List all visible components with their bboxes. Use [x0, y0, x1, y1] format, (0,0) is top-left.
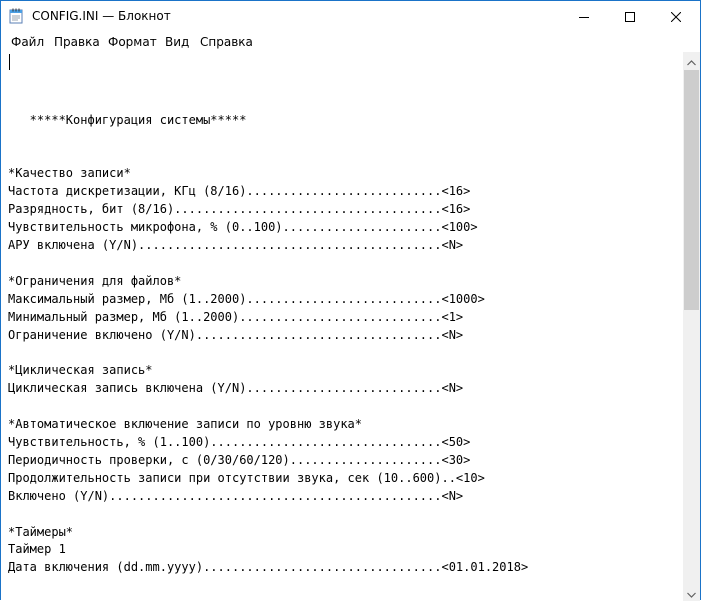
- document-line: *****Конфигурация системы*****: [8, 112, 247, 127]
- document-line: Ограничение включено (Y/N)..............…: [8, 327, 464, 342]
- document-line: Включено (Y/N)..........................…: [8, 488, 464, 503]
- document-line: *Циклическая запись*: [8, 363, 153, 378]
- scroll-up-button[interactable]: [683, 52, 700, 69]
- vertical-scrollbar[interactable]: [683, 52, 700, 601]
- title-bar[interactable]: CONFIG.INI — Блокнот: [1, 1, 700, 32]
- maximize-button[interactable]: [607, 1, 653, 32]
- minimize-button[interactable]: [561, 1, 607, 32]
- document-line: Таймер 1: [8, 542, 66, 557]
- document-line: Циклическая запись включена (Y/N).......…: [8, 381, 464, 396]
- document-line: АРУ включена (Y/N)......................…: [8, 238, 464, 253]
- maximize-icon: [625, 11, 635, 22]
- menu-view[interactable]: Вид: [165, 35, 189, 49]
- window-title: CONFIG.INI — Блокнот: [32, 9, 171, 23]
- chevron-down-icon: [687, 583, 696, 602]
- document-line: Минимальный размер, Мб (1..2000)........…: [8, 309, 464, 324]
- minimize-icon: [579, 12, 589, 22]
- menu-file[interactable]: Файл: [11, 35, 44, 49]
- document-line: *Качество записи*: [8, 166, 131, 181]
- document-text[interactable]: *****Конфигурация системы***** *Качество…: [8, 58, 528, 577]
- notepad-window: CONFIG.INI — Блокнот Файл Правка Формат …: [0, 0, 701, 601]
- document-line: *Ограничения для файлов*: [8, 273, 182, 288]
- chevron-up-icon: [687, 51, 696, 70]
- menu-bar: Файл Правка Формат Вид Справка: [1, 32, 700, 53]
- menu-format[interactable]: Формат: [108, 35, 157, 49]
- scroll-thumb[interactable]: [684, 70, 699, 310]
- document-line: Частота дискретизации, КГц (8/16).......…: [8, 184, 471, 199]
- menu-edit[interactable]: Правка: [54, 35, 100, 49]
- document-line: Чувствительность микрофона, % (0..100)..…: [8, 220, 478, 235]
- close-icon: [671, 11, 681, 22]
- menu-help[interactable]: Справка: [200, 35, 253, 49]
- document-line: *Автоматическое включение записи по уров…: [8, 417, 363, 432]
- document-line: Периодичность проверки, с (0/30/60/120).…: [8, 452, 471, 467]
- document-line: *Таймеры*: [8, 524, 74, 539]
- close-button[interactable]: [653, 1, 699, 32]
- notepad-icon: [9, 8, 24, 24]
- document-line: Продолжительность записи при отсутствии …: [8, 470, 485, 485]
- scroll-down-button[interactable]: [683, 584, 700, 601]
- document-line: Разрядность, бит (8/16).................…: [8, 202, 471, 217]
- document-line: Чувствительность, % (1..100)............…: [8, 435, 471, 450]
- document-line: Дата включения (dd.mm.yyyy).............…: [8, 560, 529, 575]
- document-line: Максимальный размер, Мб (1..2000).......…: [8, 291, 485, 306]
